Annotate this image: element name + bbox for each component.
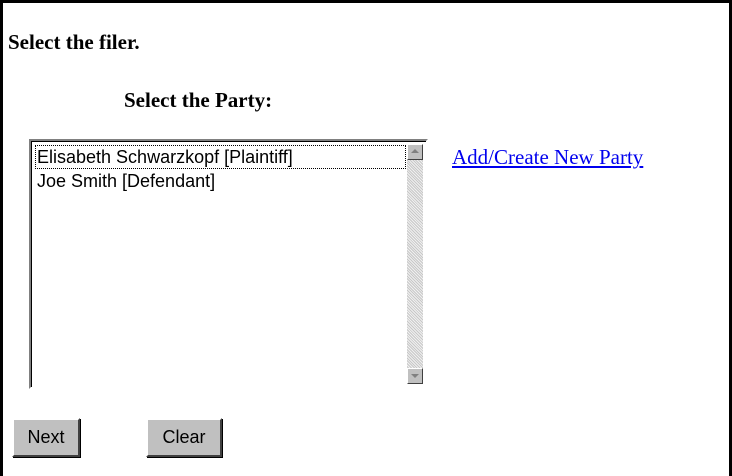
party-option-plaintiff[interactable]: Elisabeth Schwarzkopf [Plaintiff] [35,145,406,169]
scroll-down-arrow-icon [411,374,419,378]
page-heading: Select the filer. [8,30,140,54]
scroll-up-button[interactable] [407,144,423,160]
listbox-scrollbar[interactable] [407,144,423,384]
party-option-defendant[interactable]: Joe Smith [Defendant] [35,169,406,193]
party-listbox[interactable]: Elisabeth Schwarzkopf [Plaintiff] Joe Sm… [29,139,428,389]
next-button[interactable]: Next [12,418,80,457]
add-new-party-link[interactable]: Add/Create New Party [452,145,643,170]
clear-button[interactable]: Clear [146,418,222,457]
scroll-up-arrow-icon [411,149,419,153]
party-options: Elisabeth Schwarzkopf [Plaintiff] Joe Sm… [35,145,406,383]
scroll-down-button[interactable] [407,368,423,384]
party-label: Select the Party: [124,88,273,112]
